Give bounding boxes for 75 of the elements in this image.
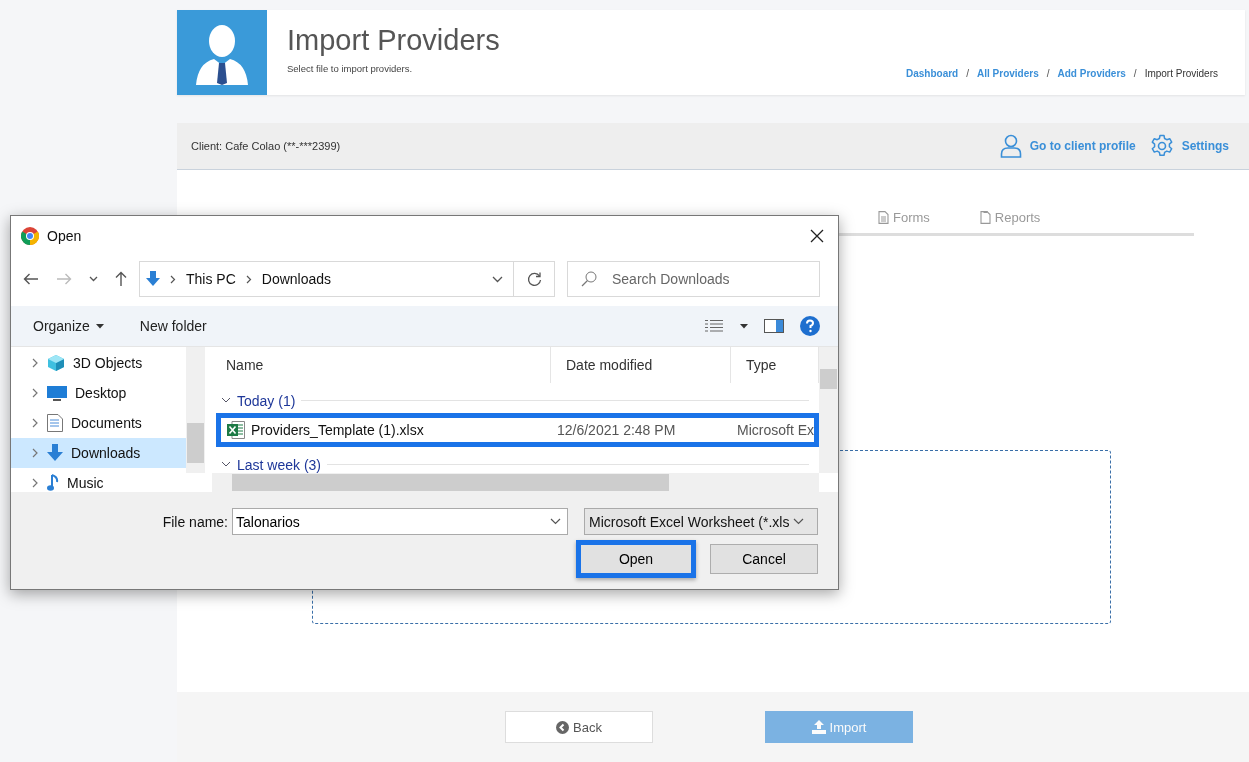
folder-tree-item[interactable]: Music — [11, 468, 186, 498]
monitor-icon — [47, 385, 67, 401]
file-type-dropdown[interactable]: Microsoft Excel Worksheet (*.xls — [584, 508, 818, 535]
caret-icon[interactable] — [740, 323, 748, 329]
preview-pane-icon[interactable] — [764, 319, 784, 333]
menu-button[interactable]: Organize — [33, 318, 104, 334]
file-row[interactable]: Providers_Template (1).xlsx 12/6/2021 2:48 PM Microsoft Ex — [216, 413, 819, 447]
chevron-down-icon[interactable] — [221, 461, 231, 468]
breadcrumb-current: Import Providers — [1144, 68, 1218, 79]
path-segment[interactable]: Downloads — [261, 271, 332, 287]
browser-logo-icon — [21, 227, 39, 245]
back-button[interactable]: Back — [505, 711, 653, 743]
page-subtitle: Select file to import providers. — [287, 63, 414, 74]
back-arrow-icon[interactable] — [23, 273, 39, 285]
breadcrumb-separator: / — [1133, 68, 1137, 79]
scrollbar[interactable] — [186, 347, 205, 473]
settings-icon — [1149, 134, 1174, 158]
dialog-title: Open — [47, 228, 82, 244]
chevron-right-icon — [170, 274, 176, 284]
search-field[interactable]: Search Downloads — [567, 261, 820, 297]
file-type: Microsoft Ex — [737, 422, 814, 438]
details-view-icon[interactable] — [704, 319, 724, 333]
folder-tree-item[interactable]: 3D Objects — [11, 348, 186, 378]
chevron-right-icon[interactable] — [31, 358, 39, 368]
chevron-right-icon[interactable] — [31, 388, 39, 398]
chevron-down-icon[interactable] — [550, 518, 561, 525]
client-label: Client: Cafe Colao (**-***2399) — [191, 140, 341, 152]
chevron-down-icon — [793, 518, 805, 525]
document-icon — [979, 211, 991, 224]
file-date: 12/6/2021 2:48 PM — [557, 422, 677, 438]
breadcrumb-link[interactable]: All Providers — [977, 68, 1039, 79]
scrollbar[interactable] — [212, 473, 819, 492]
user-icon — [999, 134, 1022, 158]
cancel-button[interactable]: Cancel — [710, 544, 818, 574]
music-note-icon — [47, 474, 59, 492]
folder-tree-item[interactable]: Documents — [11, 408, 186, 438]
chevron-right-icon[interactable] — [31, 478, 39, 488]
file-name-label: File name: — [162, 513, 228, 530]
folder-tree-item[interactable]: Desktop — [11, 378, 186, 408]
file-name: Providers_Template (1).xlsx — [251, 422, 424, 438]
column-header[interactable]: Date modified — [551, 347, 731, 383]
chevron-down-icon[interactable] — [492, 275, 503, 283]
group-header[interactable]: Today (1) — [237, 392, 296, 409]
breadcrumb-link[interactable]: Dashboard — [906, 68, 959, 79]
help-icon[interactable] — [800, 316, 820, 336]
folder-tree-item[interactable]: Downloads — [11, 438, 186, 468]
open-button[interactable]: Open — [576, 540, 696, 578]
path-segment[interactable]: This PC — [186, 271, 236, 287]
breadcrumb-separator: / — [1046, 68, 1050, 79]
group-header[interactable]: Last week (3) — [237, 456, 322, 473]
chevron-right-icon — [245, 274, 252, 284]
spreadsheet-file-icon — [227, 421, 245, 439]
upload-icon — [811, 720, 826, 734]
up-arrow-icon[interactable] — [115, 271, 127, 287]
search-icon — [581, 271, 597, 287]
document-icon — [878, 211, 889, 224]
document-icon — [47, 414, 63, 432]
cube-icon — [47, 354, 65, 372]
chevron-down-icon[interactable] — [89, 276, 98, 282]
address-bar[interactable]: This PC Downloads — [139, 261, 555, 297]
chevron-down-icon[interactable] — [221, 397, 231, 404]
file-name-field[interactable]: Talonarios — [232, 508, 568, 535]
download-arrow-icon — [47, 444, 63, 462]
page-title: Import Providers — [287, 24, 500, 57]
download-arrow-icon — [146, 271, 160, 287]
scrollbar[interactable] — [819, 347, 838, 473]
column-header[interactable]: Name — [211, 347, 551, 383]
toolbar-button[interactable]: New folder — [139, 318, 207, 334]
breadcrumb-separator: / — [966, 68, 969, 79]
caret-icon — [95, 323, 104, 329]
breadcrumb-link[interactable]: Add Providers — [1057, 68, 1126, 79]
close-icon[interactable] — [810, 229, 824, 243]
chevron-right-icon[interactable] — [31, 418, 39, 428]
chevron-right-icon[interactable] — [31, 448, 39, 458]
refresh-icon[interactable] — [526, 271, 542, 287]
